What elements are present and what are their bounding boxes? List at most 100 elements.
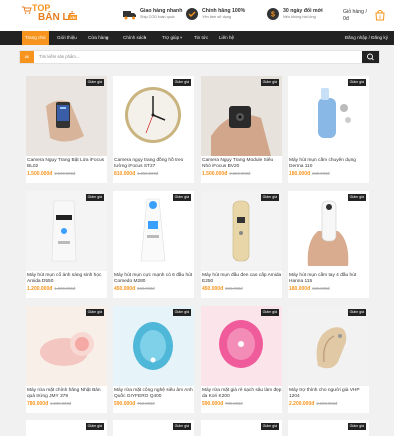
product-price: 180.000đ 220.000đ [289,171,330,177]
nav-item-policy[interactable]: Chính sách [123,31,146,45]
discount-badge: Giảm giá [260,423,279,430]
site-logo[interactable]: TOP BÁN LẺ .VN [22,3,78,29]
product-card[interactable]: Giảm giá Máy hút mụn cổ ánh sáng sinh họ… [26,191,107,298]
product-old-price: 750.000đ [137,401,155,406]
product-card[interactable]: Giảm giá [201,420,282,436]
product-name[interactable]: Camera Ngụy Trang Module Siêu Nhỏ iFocus… [202,158,282,170]
product-name[interactable]: Máy rửa mặt công nghệ siêu âm Anh Quốc G… [114,388,194,400]
product-card[interactable]: Giảm giá Máy hút mụn cầm tay 4 đầu hút H… [288,191,369,298]
product-price: 1.500.000đ 2.250.000đ [202,171,251,177]
product-card[interactable]: Giảm giá [288,420,369,436]
nav-item-about[interactable]: Giới thiệu [57,31,77,45]
product-image[interactable]: Giảm giá [201,306,282,386]
acne-vacuum-image [113,191,194,271]
product-image[interactable]: Giảm giá [113,76,194,156]
feature-subtitle: Ship COD toàn quốc [140,15,175,19]
product-name[interactable]: Máy hút mụn cổ ánh sáng sinh học Amida D… [27,273,107,285]
chevron-down-icon[interactable]: ▾ [180,31,182,45]
product-name[interactable]: Camera Ngụy Trang Bật Lửa iFocus BL02 [27,158,107,170]
product-card[interactable]: Giảm giá Máy rửa mặt giá rẻ sạch sâu làm… [201,306,282,413]
product-old-price: 600.000đ [225,286,243,291]
product-image[interactable]: Giảm giá [26,76,107,156]
product-price: 450.000đ 550.000đ [114,286,155,292]
product-card[interactable]: Giảm giá [113,420,194,436]
product-old-price: 700.000đ [225,401,243,406]
product-card[interactable]: Giảm giá Camera Ngụy Trang Bật Lửa iFocu… [26,76,107,183]
product-price: 1.200.000đ 1.500.000đ [27,286,76,292]
product-name[interactable]: Camera ngụy trang đồng hồ treo tường iFo… [114,158,194,170]
product-name[interactable]: Máy hút mụn cầm tay 4 đầu hút Hanna 115 [289,273,369,285]
product-image[interactable]: Giảm giá [113,191,194,271]
product-old-price: 2.500.000đ [54,171,76,176]
product-card[interactable]: Giảm giá Máy rửa mặt chính hãng Nhật Bản… [26,306,107,413]
header: TOP BÁN LẺ .VN Giao hàng nhanh Ship COD … [0,0,394,31]
product-name[interactable]: Máy hút mụn đầu đen cao cấp Amida E250 [202,273,282,285]
product-price: 810.000đ 1.250.000đ [114,171,159,177]
nav-item-help[interactable]: Trợ giúp [162,31,179,45]
product-image[interactable]: Giảm giá [26,191,107,271]
feature-fast-delivery: Giao hàng nhanh Ship COD toàn quốc [123,5,193,27]
product-old-price: 550.000đ [137,286,155,291]
product-name[interactable]: Máy trợ thính cho người già VHP 1204 [289,388,369,400]
product-card[interactable]: Giảm giá Camera Ngụy Trang Module Siêu N… [201,76,282,183]
product-card[interactable]: Giảm giá Máy hút mụn đầu đen cao cấp Ami… [201,191,282,298]
cart-summary[interactable]: Giỏ hàng / 0đ 0 [340,5,388,27]
feature-title: Chính hãng 100% [202,8,246,14]
product-name[interactable]: Máy rửa mặt chính hãng Nhật Bản quả trứn… [27,388,107,400]
cart-icon[interactable]: 0 [374,9,386,21]
search-button[interactable] [362,51,379,63]
product-image[interactable]: Giảm giá [288,76,369,156]
nav-item-home[interactable]: Trang chủ [22,31,49,45]
face-cleanser-image [113,306,194,386]
chevron-down-icon[interactable]: ▾ [106,31,108,45]
product-price: 1.500.000đ 2.500.000đ [27,171,76,177]
discount-badge: Giảm giá [347,194,366,201]
discount-badge: Giảm giá [172,309,191,316]
product-image[interactable]: Giảm giá [288,306,369,386]
nav-item-contact[interactable]: Liên hệ [219,31,234,45]
truck-icon [123,11,136,20]
product-card[interactable]: Giảm giá Camera ngụy trang đồng hồ treo … [113,76,194,183]
product-card[interactable]: Giảm giá Máy hút mụn cầm chuyên dụng Der… [288,76,369,183]
nav-item-news[interactable]: Tin tức [194,31,208,45]
product-image[interactable]: Giảm giá [113,306,194,386]
discount-badge: Giảm giá [260,79,279,86]
login-register-link[interactable]: Đăng nhập / Đăng ký [345,31,388,45]
feature-return: $ 30 ngày đổi mới Nếu không hài lòng [266,5,338,27]
acne-vacuum-image [288,76,369,156]
product-price: 780.000đ 1.200.000đ [27,401,72,407]
product-name[interactable]: Máy hút mụn cực mạnh có 6 đầu hút Comedo… [114,273,194,285]
product-card[interactable]: Giảm giá Máy hút mụn cực mạnh có 6 đầu h… [113,191,194,298]
product-old-price: 220.000đ [312,171,330,176]
product-old-price: 1.500.000đ [54,286,76,291]
discount-badge: Giảm giá [347,79,366,86]
search-category-select[interactable]: All [20,51,34,63]
product-card[interactable]: Giảm giá [26,420,107,436]
hearing-aid-image [288,306,369,386]
product-name[interactable]: Máy rửa mặt giá rẻ sạch sâu làm đẹp da K… [202,388,282,400]
feature-title: Giao hàng nhanh [140,8,183,14]
search-input[interactable]: Tìm kiếm sản phẩm... [39,51,79,63]
svg-text:$: $ [271,12,275,19]
product-old-price: 1.250.000đ [137,171,159,176]
product-price: 450.000đ 600.000đ [202,286,243,292]
product-image[interactable]: Giảm giá [26,306,107,386]
chevron-down-icon[interactable]: ▾ [144,31,146,45]
product-old-price: 2.600.000đ [316,401,338,406]
logo-tag: .VN [68,15,77,20]
product-price: 2.200.000đ 2.600.000đ [289,401,338,407]
feature-subtitle: Yên tâm sử dụng [202,15,232,19]
search-icon [367,53,374,61]
svg-text:0: 0 [379,15,382,20]
acne-vacuum-image [288,191,369,271]
discount-badge: Giảm giá [260,194,279,201]
lighter-camera-image [26,76,107,156]
product-card[interactable]: Giảm giá Máy rửa mặt công nghệ siêu âm A… [113,306,194,413]
product-image[interactable]: Giảm giá [201,191,282,271]
product-name[interactable]: Máy hút mụn cầm chuyên dụng Derma 110 [289,158,369,170]
product-image[interactable]: Giảm giá [288,191,369,271]
product-image[interactable]: Giảm giá [201,76,282,156]
discount-badge: Giảm giá [347,309,366,316]
discount-badge: Giảm giá [172,194,191,201]
product-card[interactable]: Giảm giá Máy trợ thính cho người già VHP… [288,306,369,413]
